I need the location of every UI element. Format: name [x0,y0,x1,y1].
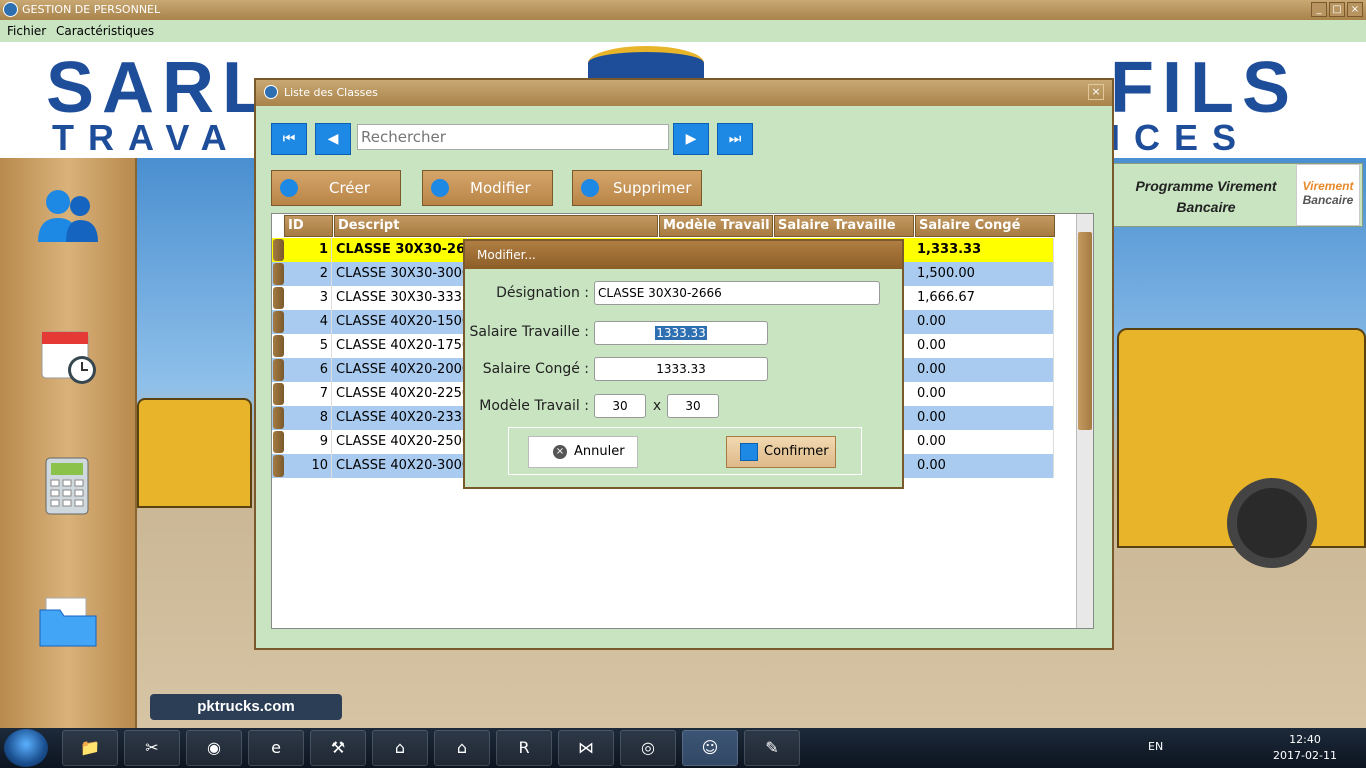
users-icon[interactable] [36,184,100,248]
users-icon [264,85,278,99]
modele-travail-field-b[interactable]: 30 [667,394,719,418]
pencil-icon [431,179,449,197]
designation-field[interactable]: CLASSE 30X30-2666 [594,281,880,305]
media-player-taskbar-icon[interactable]: ◉ [186,730,242,766]
folder-icon[interactable] [36,588,100,652]
banner-line1b: FILS [1110,48,1298,128]
language-indicator[interactable]: EN [1148,740,1163,753]
modele-x-label: x [652,398,662,414]
banner-line2: TRAVA [52,117,241,158]
left-sidebar [0,158,137,728]
snipping-tool-taskbar-icon[interactable]: ✂ [124,730,180,766]
column-header-descript[interactable]: Descript [334,215,658,237]
rx-taskbar-icon[interactable]: R [496,730,552,766]
cancel-icon: × [553,445,567,459]
app-title-bar: GESTION DE PERSONNEL _ □ × [0,0,1366,20]
banner-logo [588,46,704,80]
program-virement-box[interactable]: Programme Virement Bancaire Virement Ban… [1113,163,1363,227]
last-record-button[interactable]: ⏭ [717,123,753,155]
truck-wheel [1227,478,1317,568]
save-icon [740,443,758,461]
app-title: GESTION DE PERSONNEL [22,3,161,16]
minimize-button[interactable]: _ [1311,2,1327,17]
trash-icon [581,179,599,197]
salaire-conge-field[interactable]: 1333.33 [594,357,768,381]
list-window-title-bar: Liste des Classes × [256,80,1112,106]
table-vertical-scrollbar[interactable] [1076,214,1093,628]
modele-travail-field-a[interactable]: 30 [594,394,646,418]
column-header-salaire-travaille[interactable]: Salaire Travaille [774,215,914,237]
modifier-dialog: Modifier... Désignation : CLASSE 30X30-2… [463,239,904,489]
list-window-title: Liste des Classes [284,86,378,99]
salaire-travaille-field[interactable]: 1333.33 [594,321,768,345]
menu-caracteristiques[interactable]: Caractéristiques [56,20,154,42]
bank-app-taskbar-icon[interactable]: ⌂ [372,730,428,766]
start-button[interactable] [4,729,48,767]
create-icon [280,179,298,197]
scrollbar-thumb[interactable] [1078,232,1092,430]
menu-bar: Fichier Caractéristiques [0,20,1366,42]
delete-button[interactable]: Supprimer [572,170,702,206]
search-input[interactable] [357,124,669,150]
salaire-travaille-label: Salaire Travaille : [469,324,589,340]
paint-taskbar-icon[interactable]: ✎ [744,730,800,766]
visual-studio-taskbar-icon[interactable]: ⋈ [558,730,614,766]
media-taskbar-icon[interactable]: ◎ [620,730,676,766]
close-icon[interactable]: × [1088,84,1104,100]
modal-title: Modifier... [465,241,902,269]
maximize-button[interactable]: □ [1329,2,1345,17]
column-header-modele[interactable]: Modèle Travail [659,215,773,237]
banner-line2b: ICES [1110,117,1251,158]
close-button[interactable]: × [1347,2,1363,17]
virement-logo: Virement Bancaire [1296,164,1360,226]
cancel-button[interactable]: × Annuler [528,436,638,468]
pktrucks-watermark: pktrucks.com [150,694,342,720]
row-selector-arrow [273,239,284,261]
designation-label: Désignation : [496,285,589,301]
modele-travail-label: Modèle Travail : [479,398,589,414]
bank-app-2-taskbar-icon[interactable]: ⌂ [434,730,490,766]
truck-left [137,398,252,508]
system-clock[interactable]: 12:40 2017-02-11 [1270,732,1340,764]
salaire-conge-label: Salaire Congé : [482,361,589,377]
previous-record-button[interactable]: ◀ [315,123,351,155]
menu-fichier[interactable]: Fichier [7,20,46,42]
confirm-button[interactable]: Confirmer [726,436,836,468]
gestion-personnel-taskbar-icon[interactable]: ☺ [682,730,738,766]
column-header-id[interactable]: ID [284,215,333,237]
file-explorer-taskbar-icon[interactable]: 📁 [62,730,118,766]
first-record-button[interactable]: ⏮ [271,123,307,155]
tools-taskbar-icon[interactable]: ⚒ [310,730,366,766]
column-header-salaire-conge[interactable]: Salaire Congé [915,215,1055,237]
create-button[interactable]: Créer [271,170,401,206]
next-record-button[interactable]: ▶ [673,123,709,155]
windows-taskbar: 📁 ✂ ◉ e ⚒ ⌂ ⌂ R ⋈ ◎ ☺ ✎ EN 12:40 2017-02… [0,728,1366,768]
app-icon [3,2,18,17]
calculator-icon[interactable] [36,454,100,518]
calendar-clock-icon[interactable] [36,324,100,388]
program-title: Programme Virement Bancaire [1135,178,1277,215]
internet-explorer-taskbar-icon[interactable]: e [248,730,304,766]
modify-button[interactable]: Modifier [422,170,553,206]
banner-line1: SARL [46,48,274,128]
